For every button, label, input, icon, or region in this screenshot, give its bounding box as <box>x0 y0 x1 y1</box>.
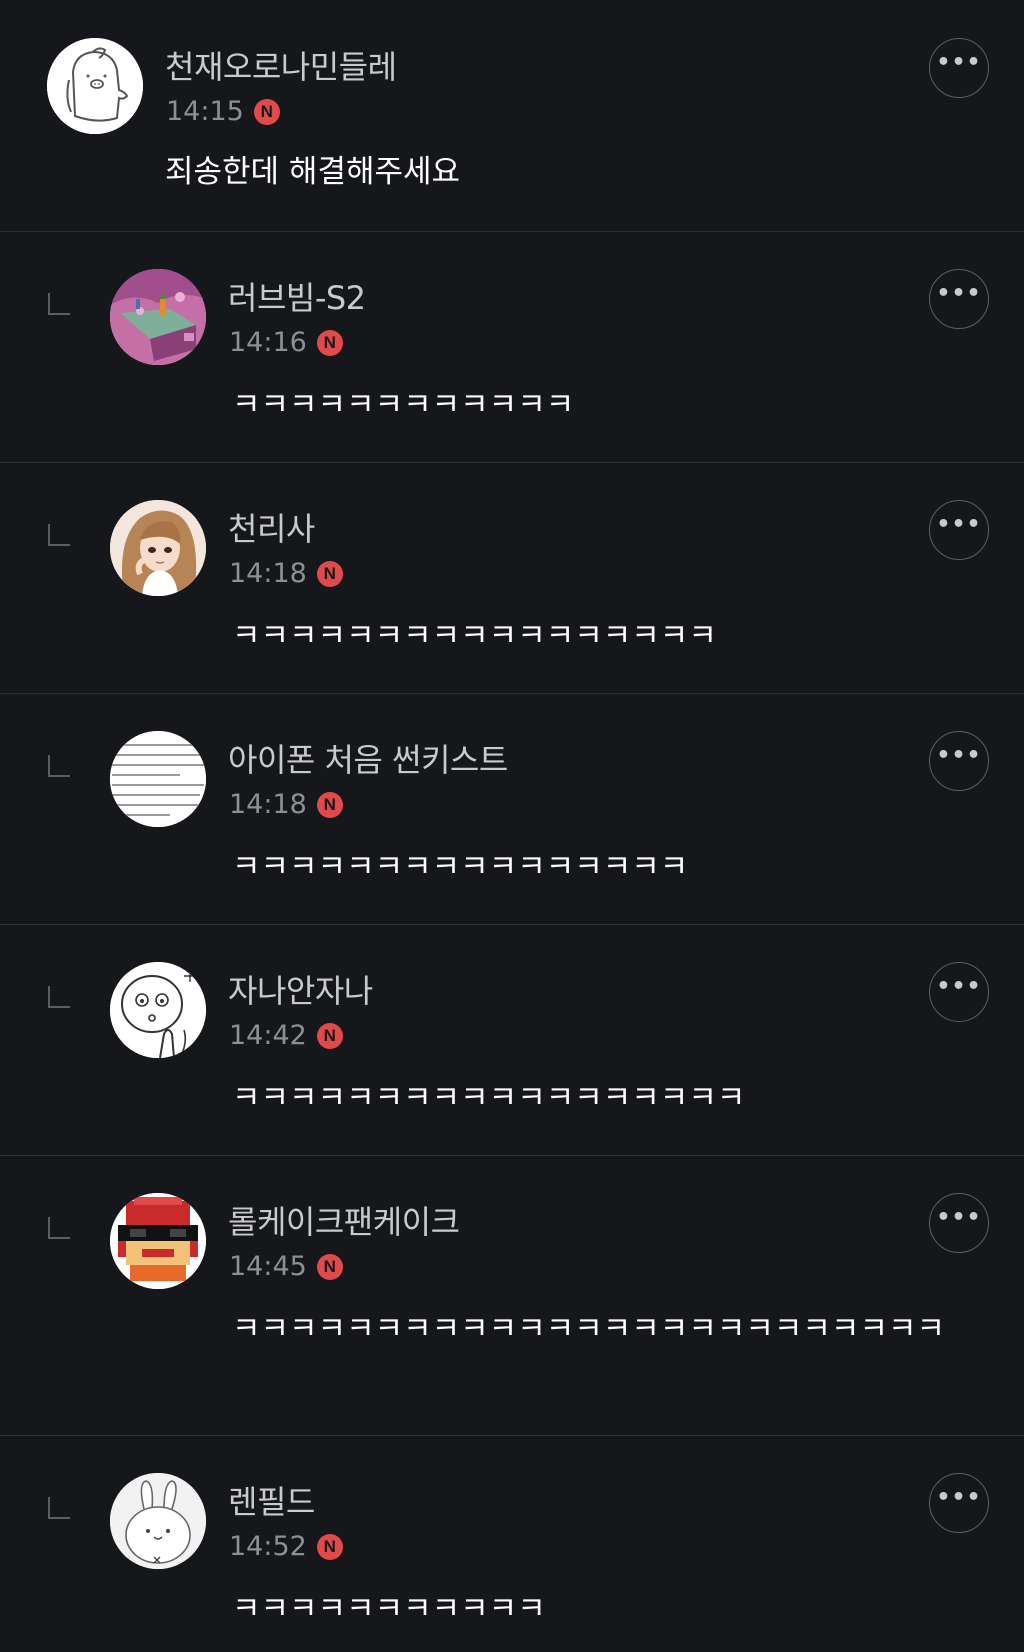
reply-item: 렌필드 14:52 N ㅋㅋㅋㅋㅋㅋㅋㅋㅋㅋㅋ ••• <box>0 1436 1024 1652</box>
comment-author[interactable]: 자나안자나 <box>228 971 373 1011</box>
more-dots-icon: ••• <box>936 743 982 768</box>
comment-meta: 14:15 N <box>166 95 280 129</box>
avatar[interactable] <box>110 269 206 365</box>
comment-time: 14:52 <box>229 1531 307 1562</box>
comment-text: ㅋㅋㅋㅋㅋㅋㅋㅋㅋㅋㅋ <box>232 1591 546 1627</box>
comment-text: ㅋㅋㅋㅋㅋㅋㅋㅋㅋㅋㅋㅋㅋㅋㅋㅋㅋㅋㅋㅋㅋㅋㅋㅋㅋ <box>232 1311 945 1347</box>
comment-meta: 14:18 N <box>229 788 343 822</box>
text-document-avatar-icon <box>110 731 206 827</box>
comment-author[interactable]: 천리사 <box>228 509 315 549</box>
comment-text: ㅋㅋㅋㅋㅋㅋㅋㅋㅋㅋㅋㅋ <box>232 387 575 423</box>
avatar[interactable] <box>110 731 206 827</box>
more-options-button[interactable]: ••• <box>929 500 989 560</box>
new-badge: N <box>316 1023 343 1049</box>
comment-meta: 14:42 N <box>229 1019 343 1053</box>
reply-item: 롤케이크팬케이크 14:45 N ㅋㅋㅋㅋㅋㅋㅋㅋㅋㅋㅋㅋㅋㅋㅋㅋㅋㅋㅋㅋㅋㅋㅋ… <box>0 1156 1024 1436</box>
comment-meta: 14:45 N <box>229 1250 343 1284</box>
new-badge: N <box>316 792 343 818</box>
new-badge: N <box>316 1534 343 1560</box>
comment-text: ㅋㅋㅋㅋㅋㅋㅋㅋㅋㅋㅋㅋㅋㅋㅋㅋ <box>232 849 689 885</box>
more-dots-icon: ••• <box>936 512 982 537</box>
comment-author[interactable]: 렌필드 <box>228 1482 315 1522</box>
avatar[interactable] <box>110 1473 206 1569</box>
reply-arrow-icon <box>48 986 70 1008</box>
more-options-button[interactable]: ••• <box>929 269 989 329</box>
new-badge: N <box>316 561 343 587</box>
avatar[interactable] <box>110 500 206 596</box>
comment-meta: 14:16 N <box>229 326 343 360</box>
comment-time: 14:15 <box>166 96 244 127</box>
reply-item: 자나안자나 14:42 N ㅋㅋㅋㅋㅋㅋㅋㅋㅋㅋㅋㅋㅋㅋㅋㅋㅋㅋ ••• <box>0 925 1024 1156</box>
comment-text: 죄송한데 해결해주세요 <box>165 154 461 190</box>
comment-text: ㅋㅋㅋㅋㅋㅋㅋㅋㅋㅋㅋㅋㅋㅋㅋㅋㅋㅋ <box>232 1080 746 1116</box>
avatar[interactable] <box>110 1193 206 1289</box>
comment-time: 14:45 <box>229 1251 307 1282</box>
pig-avatar-icon <box>47 38 143 134</box>
reply-item: 천리사 14:18 N ㅋㅋㅋㅋㅋㅋㅋㅋㅋㅋㅋㅋㅋㅋㅋㅋㅋ ••• <box>0 463 1024 694</box>
reply-arrow-icon <box>48 1497 70 1519</box>
reply-arrow-icon <box>48 524 70 546</box>
reply-arrow-icon <box>48 1217 70 1239</box>
comment-list: 천재오로나민들레 14:15 N 죄송한데 해결해주세요 ••• 러브빔-S2 … <box>0 0 1024 1652</box>
more-dots-icon: ••• <box>936 1205 982 1230</box>
comment-author[interactable]: 롤케이크팬케이크 <box>228 1202 460 1242</box>
more-dots-icon: ••• <box>936 281 982 306</box>
more-dots-icon: ••• <box>936 50 982 75</box>
comment-meta: 14:52 N <box>229 1530 343 1564</box>
sketch-face-avatar-icon <box>110 962 206 1058</box>
pixel-character-avatar-icon <box>110 1193 206 1289</box>
avatar[interactable] <box>47 38 143 134</box>
more-options-button[interactable]: ••• <box>929 731 989 791</box>
comment-time: 14:18 <box>229 789 307 820</box>
reply-item: 아이폰 처음 썬키스트 14:18 N ㅋㅋㅋㅋㅋㅋㅋㅋㅋㅋㅋㅋㅋㅋㅋㅋ ••• <box>0 694 1024 925</box>
pink-room-avatar-icon <box>110 269 206 365</box>
more-options-button[interactable]: ••• <box>929 1193 989 1253</box>
comment-author[interactable]: 러브빔-S2 <box>228 278 366 318</box>
avatar[interactable] <box>110 962 206 1058</box>
comment-time: 14:42 <box>229 1020 307 1051</box>
more-options-button[interactable]: ••• <box>929 1473 989 1533</box>
reply-item: 러브빔-S2 14:16 N ㅋㅋㅋㅋㅋㅋㅋㅋㅋㅋㅋㅋ ••• <box>0 232 1024 463</box>
new-badge: N <box>316 1254 343 1280</box>
comment-author[interactable]: 아이폰 처음 썬키스트 <box>228 740 508 780</box>
comment-author[interactable]: 천재오로나민들레 <box>165 47 397 87</box>
comment-time: 14:18 <box>229 558 307 589</box>
comment-item: 천재오로나민들레 14:15 N 죄송한데 해결해주세요 ••• <box>0 0 1024 232</box>
more-dots-icon: ••• <box>936 974 982 999</box>
more-dots-icon: ••• <box>936 1485 982 1510</box>
comment-time: 14:16 <box>229 327 307 358</box>
bunny-avatar-icon <box>110 1473 206 1569</box>
reply-arrow-icon <box>48 293 70 315</box>
reply-arrow-icon <box>48 755 70 777</box>
comment-text: ㅋㅋㅋㅋㅋㅋㅋㅋㅋㅋㅋㅋㅋㅋㅋㅋㅋ <box>232 618 717 654</box>
girl-illustration-avatar-icon <box>110 500 206 596</box>
new-badge: N <box>316 330 343 356</box>
new-badge: N <box>253 99 280 125</box>
comment-meta: 14:18 N <box>229 557 343 591</box>
more-options-button[interactable]: ••• <box>929 962 989 1022</box>
more-options-button[interactable]: ••• <box>929 38 989 98</box>
